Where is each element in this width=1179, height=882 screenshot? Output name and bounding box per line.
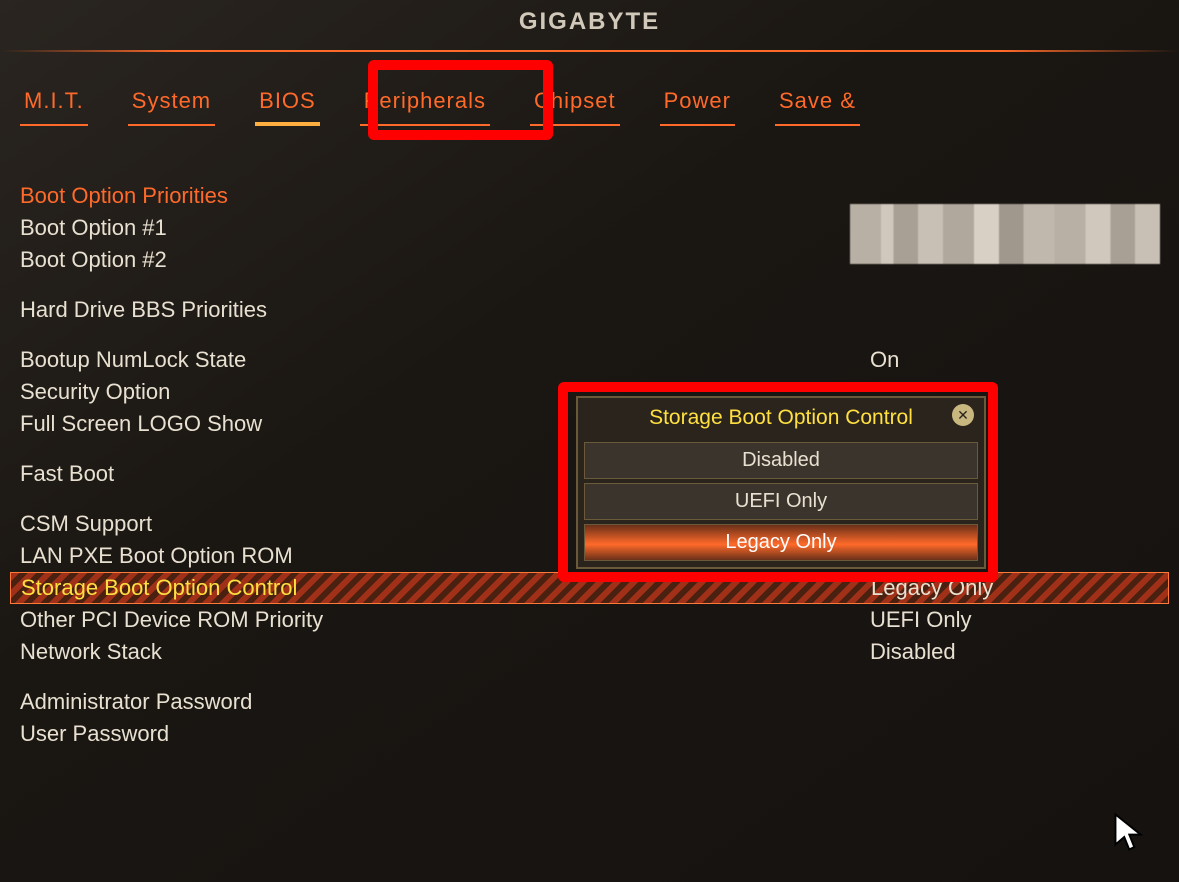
close-icon[interactable]: ✕ (952, 404, 974, 426)
row-label: Full Screen LOGO Show (20, 411, 580, 437)
row-value: On (580, 347, 899, 373)
tab-peripherals[interactable]: Peripherals (360, 82, 490, 126)
row-label: CSM Support (20, 511, 580, 537)
row-label: Other PCI Device ROM Priority (20, 607, 580, 633)
tab-mit[interactable]: M.I.T. (20, 82, 88, 126)
popup-title: Storage Boot Option Control ✕ (584, 404, 978, 438)
row-storage-boot-option-control[interactable]: Storage Boot Option Control Legacy Only (10, 572, 1169, 604)
row-label: Hard Drive BBS Priorities (20, 297, 580, 323)
redacted-region (850, 204, 1160, 264)
row-label: Administrator Password (20, 689, 580, 715)
row-label: Network Stack (20, 639, 580, 665)
divider (0, 50, 1179, 52)
popup-option-disabled[interactable]: Disabled (584, 442, 978, 479)
tab-bios[interactable]: BIOS (255, 82, 320, 126)
row-value: Legacy Only (581, 575, 993, 601)
popup-title-text: Storage Boot Option Control (649, 406, 913, 429)
row-label: Storage Boot Option Control (21, 575, 581, 601)
row-label: Security Option (20, 379, 580, 405)
tab-power[interactable]: Power (660, 82, 735, 126)
tab-chipset[interactable]: Chipset (530, 82, 620, 126)
row-label: User Password (20, 721, 580, 747)
row-label: Fast Boot (20, 461, 580, 487)
row-other-pci[interactable]: Other PCI Device ROM Priority UEFI Only (20, 604, 1159, 636)
popup-storage-boot-option-control: Storage Boot Option Control ✕ Disabled U… (576, 396, 986, 569)
tab-system[interactable]: System (128, 82, 215, 126)
heading-label: Boot Option Priorities (20, 183, 580, 209)
row-numlock[interactable]: Bootup NumLock State On (20, 344, 1159, 376)
popup-option-uefi-only[interactable]: UEFI Only (584, 483, 978, 520)
row-label: Bootup NumLock State (20, 347, 580, 373)
row-value: Disabled (580, 639, 956, 665)
row-admin-password[interactable]: Administrator Password (20, 686, 1159, 718)
row-label: LAN PXE Boot Option ROM (20, 543, 580, 569)
row-network-stack[interactable]: Network Stack Disabled (20, 636, 1159, 668)
row-label: Boot Option #2 (20, 247, 580, 273)
tab-save-exit[interactable]: Save & (775, 82, 860, 126)
tab-bar: M.I.T. System BIOS Peripherals Chipset P… (0, 82, 1179, 126)
row-label: Boot Option #1 (20, 215, 580, 241)
cursor-icon (1113, 812, 1143, 852)
row-user-password[interactable]: User Password (20, 718, 1159, 750)
row-hdd-bbs[interactable]: Hard Drive BBS Priorities (20, 294, 1159, 326)
popup-option-legacy-only[interactable]: Legacy Only (584, 524, 978, 561)
brand-label: GIGABYTE (519, 8, 660, 36)
row-value: UEFI Only (580, 607, 971, 633)
